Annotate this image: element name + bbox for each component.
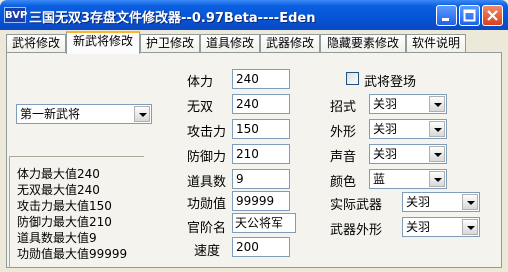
musou-input[interactable]: 240 [232, 94, 290, 114]
chevron-down-icon[interactable] [134, 106, 150, 122]
hp-label: 体力 [187, 75, 214, 90]
chevron-down-icon[interactable] [429, 171, 445, 187]
moveset-select-value: 关羽 [373, 97, 398, 111]
voice-select-value: 关羽 [373, 147, 398, 161]
appearance-select[interactable]: 关羽 [369, 119, 447, 139]
app-icon: BVP [4, 7, 27, 23]
tab-new-general-edit[interactable]: 新武将修改 [66, 31, 140, 54]
speed-label: 速度 [194, 244, 221, 259]
appear-checkbox-label: 武将登场 [364, 75, 417, 90]
appearance-label: 外形 [330, 125, 357, 140]
voice-label: 声音 [330, 150, 357, 165]
maximize-icon [463, 9, 476, 22]
chevron-down-icon[interactable] [462, 194, 478, 210]
attack-label: 攻击力 [187, 125, 227, 140]
tab-about[interactable]: 软件说明 [406, 34, 466, 53]
tab-hidden-edit[interactable]: 隐藏要素修改 [320, 34, 406, 53]
color-select-value: 蓝 [373, 172, 386, 186]
color-label: 颜色 [330, 175, 357, 190]
close-icon [487, 10, 498, 21]
tab-guard-edit[interactable]: 护卫修改 [140, 34, 200, 53]
defense-input[interactable]: 210 [232, 144, 290, 164]
rank-select-value: 天公将军 [235, 216, 284, 230]
weapon-look-label: 武器外形 [330, 223, 383, 238]
attack-input[interactable]: 150 [232, 119, 290, 139]
max-info-line: 无双最大值240 [17, 183, 100, 197]
weapon-label: 实际武器 [330, 198, 383, 213]
tab-general-edit[interactable]: 武将修改 [6, 34, 66, 53]
minimize-button[interactable] [436, 5, 457, 26]
speed-input[interactable]: 200 [232, 237, 290, 257]
general-select-value: 第一新武将 [20, 107, 81, 121]
max-info-line: 功勋值最大值99999 [17, 247, 128, 261]
chevron-down-icon[interactable] [429, 121, 445, 137]
defense-label: 防御力 [187, 150, 227, 165]
max-info-box: 体力最大值240 无双最大值240 攻击力最大值150 防御力最大值210 道具… [9, 156, 144, 268]
maximize-button[interactable] [459, 5, 480, 26]
max-info-line: 攻击力最大值150 [17, 199, 112, 213]
weapon-select-value: 关羽 [406, 195, 431, 209]
tab-weapon-edit[interactable]: 武器修改 [260, 34, 320, 53]
general-select[interactable]: 第一新武将 [16, 104, 152, 124]
appear-checkbox[interactable] [346, 72, 359, 85]
rank-select[interactable]: 天公将军 [232, 213, 296, 233]
weapon-select[interactable]: 关羽 [402, 192, 480, 212]
moveset-select[interactable]: 关羽 [369, 94, 447, 114]
items-input[interactable]: 9 [232, 169, 290, 189]
title-bar: BVP 三国无双3存盘文件修改器--0.97Beta----Eden [0, 0, 508, 30]
window-title: 三国无双3存盘文件修改器--0.97Beta----Eden [29, 11, 316, 26]
close-button[interactable] [482, 5, 503, 26]
weapon-look-select[interactable]: 关羽 [402, 217, 480, 237]
moveset-label: 招式 [330, 100, 357, 115]
musou-label: 无双 [187, 100, 214, 115]
max-info-line: 道具数最大值9 [17, 231, 97, 245]
merit-input[interactable]: 99999 [232, 191, 290, 211]
appearance-select-value: 关羽 [373, 122, 398, 136]
voice-select[interactable]: 关羽 [369, 144, 447, 164]
minimize-icon [442, 18, 449, 21]
chevron-down-icon[interactable] [462, 219, 478, 235]
weapon-look-select-value: 关羽 [406, 220, 431, 234]
merit-label: 功勋值 [187, 197, 227, 212]
tab-item-edit[interactable]: 道具修改 [200, 34, 260, 53]
max-info-line: 防御力最大值210 [17, 215, 112, 229]
max-info-line: 体力最大值240 [17, 167, 100, 181]
rank-label: 官阶名 [187, 221, 227, 236]
chevron-down-icon[interactable] [429, 96, 445, 112]
items-label: 道具数 [187, 175, 227, 190]
color-select[interactable]: 蓝 [369, 169, 447, 189]
hp-input[interactable]: 240 [232, 69, 290, 89]
chevron-down-icon[interactable] [429, 146, 445, 162]
